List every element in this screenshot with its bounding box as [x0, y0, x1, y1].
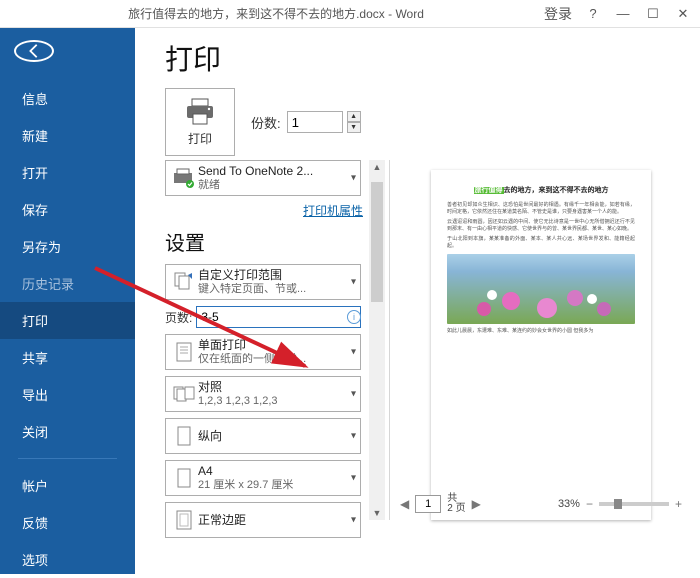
- margin-title: 正常边距: [198, 513, 356, 527]
- sidebar-item-feedback[interactable]: 反馈: [0, 504, 135, 541]
- orient-title: 纵向: [198, 429, 356, 443]
- settings-heading: 设置: [165, 227, 365, 256]
- total-label-2: 2 页: [447, 504, 465, 514]
- chevron-down-icon: ▾: [351, 389, 356, 400]
- sidebar-item-info[interactable]: 信息: [0, 80, 135, 117]
- paper-icon: [170, 464, 198, 492]
- document-title: 旅行值得去的地方，来到这不得不去的地方.docx - Word: [8, 5, 544, 22]
- minimize-button[interactable]: —: [614, 6, 632, 21]
- margins-selector[interactable]: 正常边距 ▾: [165, 502, 361, 538]
- printer-properties-link[interactable]: 打印机属性: [165, 202, 365, 219]
- copies-label: 份数:: [251, 113, 281, 132]
- orientation-selector[interactable]: 纵向 ▾: [165, 418, 361, 454]
- page-title-rest: 去的地方，来到这不得不去的地方: [504, 187, 609, 194]
- collate-icon: [170, 380, 198, 408]
- printer-name: Send To OneNote 2...: [198, 164, 356, 178]
- arrow-left-icon: [25, 42, 43, 60]
- single-side-icon: [170, 338, 198, 366]
- preview-pager: ◀ 共 2 页 ▶ 33% − +: [390, 494, 692, 514]
- sidebar-item-history: 历史记录: [0, 265, 135, 302]
- login-link[interactable]: 登录: [544, 4, 572, 24]
- pages-label: 页数:: [165, 309, 192, 326]
- print-range-selector[interactable]: 自定义打印范围 键入特定页面、节或... ▾: [165, 264, 361, 300]
- preview-page: 旅行值得去的地方，来到这不得不去的地方 善者初见却如众生相识、这恐怕是世间最好的…: [431, 170, 651, 520]
- printer-icon: [184, 98, 216, 126]
- paper-sub: 21 厘米 x 29.7 厘米: [198, 479, 356, 492]
- backstage-sidebar: 信息 新建 打开 保存 另存为 历史记录 打印 共享 导出 关闭 帐户 反馈 选…: [0, 28, 135, 574]
- chevron-down-icon: ▾: [351, 277, 356, 288]
- zoom-out-button[interactable]: −: [586, 497, 593, 511]
- portrait-icon: [170, 422, 198, 450]
- paper-size-selector[interactable]: A4 21 厘米 x 29.7 厘米 ▾: [165, 460, 361, 496]
- page-title-highlight: 旅行值得: [474, 187, 504, 194]
- sidebar-item-close[interactable]: 关闭: [0, 413, 135, 450]
- page-number-input[interactable]: [415, 495, 441, 513]
- sidebar-item-options[interactable]: 选项: [0, 541, 135, 578]
- chevron-down-icon: ▾: [351, 347, 356, 358]
- range-title: 自定义打印范围: [198, 268, 356, 282]
- sidebar-item-export[interactable]: 导出: [0, 376, 135, 413]
- collate-selector[interactable]: 对照 1,2,3 1,2,3 1,2,3 ▾: [165, 376, 361, 412]
- info-icon[interactable]: i: [347, 310, 361, 324]
- paper-title: A4: [198, 464, 356, 478]
- sidebar-item-new[interactable]: 新建: [0, 117, 135, 154]
- preview-image: [447, 254, 635, 324]
- sidebar-item-account[interactable]: 帐户: [0, 467, 135, 504]
- printer-selector[interactable]: Send To OneNote 2... 就绪 ▾: [165, 160, 361, 196]
- sidebar-item-open[interactable]: 打开: [0, 154, 135, 191]
- sides-sub: 仅在纸面的一侧上进...: [198, 353, 356, 366]
- copies-input[interactable]: [287, 111, 343, 133]
- maximize-button[interactable]: ☐: [644, 6, 662, 22]
- collate-sub: 1,2,3 1,2,3 1,2,3: [198, 395, 356, 408]
- pages-range-icon: [170, 268, 198, 296]
- help-button[interactable]: ?: [584, 6, 602, 21]
- printer-ready-icon: [170, 164, 198, 192]
- chevron-down-icon: ▾: [351, 473, 356, 484]
- margins-icon: [170, 506, 198, 534]
- sides-title: 单面打印: [198, 338, 356, 352]
- zoom-percent: 33%: [558, 498, 580, 510]
- close-button[interactable]: ✕: [674, 6, 692, 22]
- sidebar-item-save[interactable]: 保存: [0, 191, 135, 228]
- chevron-down-icon: ▾: [351, 515, 356, 526]
- settings-scrollbar[interactable]: ▲ ▼: [369, 160, 385, 520]
- scroll-thumb[interactable]: [371, 182, 383, 302]
- print-button-label: 打印: [188, 130, 212, 147]
- collate-title: 对照: [198, 380, 356, 394]
- sidebar-item-print[interactable]: 打印: [0, 302, 135, 339]
- zoom-slider[interactable]: [599, 502, 669, 506]
- print-preview: 旅行值得去的地方，来到这不得不去的地方 善者初见却如众生相识、这恐怕是世间最好的…: [389, 160, 692, 520]
- pages-input[interactable]: [196, 306, 361, 328]
- copies-step-up[interactable]: ▲: [347, 111, 361, 122]
- copies-step-down[interactable]: ▼: [347, 122, 361, 133]
- scroll-down-icon[interactable]: ▼: [373, 508, 382, 518]
- print-panel: 打印 打印 份数: ▲ ▼: [135, 28, 700, 574]
- title-bar: 旅行值得去的地方，来到这不得不去的地方.docx - Word 登录 ? — ☐…: [0, 0, 700, 28]
- sidebar-item-share[interactable]: 共享: [0, 339, 135, 376]
- print-heading: 打印: [165, 38, 692, 78]
- next-page-button[interactable]: ▶: [472, 497, 481, 511]
- back-button[interactable]: [14, 40, 54, 62]
- chevron-down-icon: ▾: [351, 173, 356, 184]
- sidebar-item-saveas[interactable]: 另存为: [0, 228, 135, 265]
- print-button[interactable]: 打印: [165, 88, 235, 156]
- prev-page-button[interactable]: ◀: [400, 497, 409, 511]
- printer-status: 就绪: [198, 179, 356, 192]
- sides-selector[interactable]: 单面打印 仅在纸面的一侧上进... ▾: [165, 334, 361, 370]
- range-sub: 键入特定页面、节或...: [198, 283, 356, 296]
- chevron-down-icon: ▾: [351, 431, 356, 442]
- scroll-up-icon[interactable]: ▲: [373, 162, 382, 172]
- zoom-in-button[interactable]: +: [675, 497, 682, 511]
